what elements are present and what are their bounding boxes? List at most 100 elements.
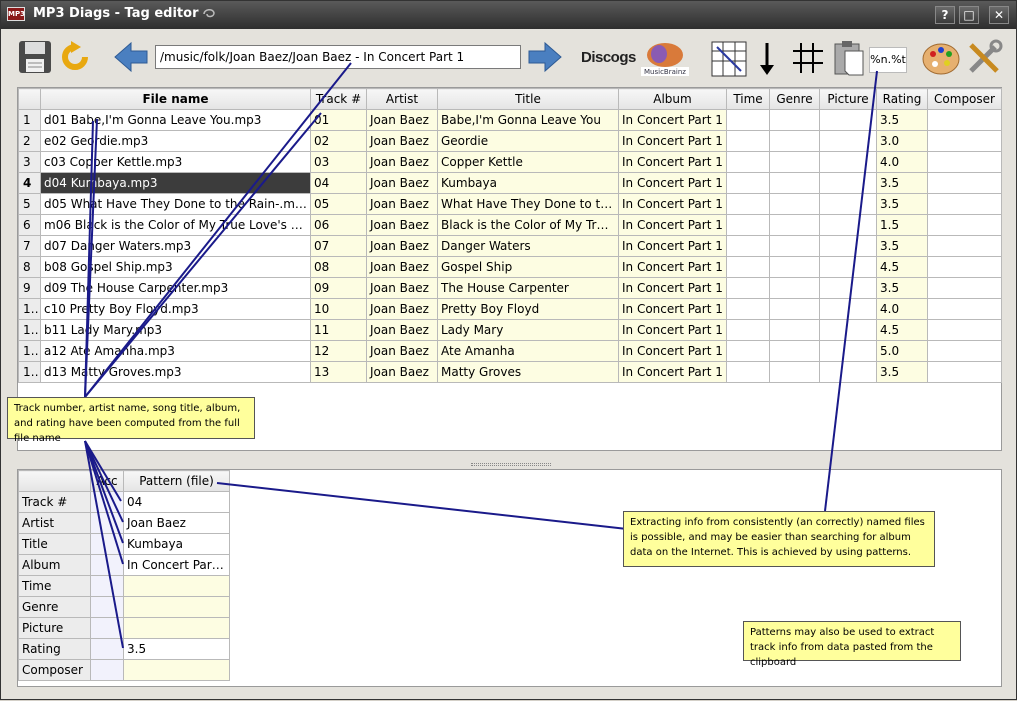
- cell-genre[interactable]: [769, 130, 820, 152]
- pattern-button[interactable]: %n.%t: [869, 47, 907, 73]
- cell-artist[interactable]: Joan Baez: [366, 109, 438, 131]
- header-title[interactable]: Title: [437, 88, 619, 110]
- cell-title[interactable]: Gospel Ship: [437, 256, 619, 278]
- path-field[interactable]: [155, 45, 521, 69]
- cell-genre[interactable]: [769, 298, 820, 320]
- cell-time[interactable]: [726, 277, 770, 299]
- cell-title[interactable]: Babe,I'm Gonna Leave You: [437, 109, 619, 131]
- cell-genre[interactable]: [769, 340, 820, 362]
- previous-icon[interactable]: [113, 41, 149, 73]
- cell-track[interactable]: 06: [310, 214, 367, 236]
- tools-icon[interactable]: [965, 39, 1003, 77]
- cell-time[interactable]: [726, 340, 770, 362]
- cell-file-name[interactable]: c10 Pretty Boy Floyd.mp3: [40, 298, 311, 320]
- acc-cell[interactable]: [90, 512, 124, 534]
- paste-icon[interactable]: [833, 39, 865, 77]
- header-track[interactable]: Track #: [310, 88, 367, 110]
- cell-file-name[interactable]: d13 Matty Groves.mp3: [40, 361, 311, 383]
- cell-track[interactable]: 09: [310, 277, 367, 299]
- acc-cell[interactable]: [90, 638, 124, 660]
- table-row[interactable]: 13 d13 Matty Groves.mp3 13 Joan Baez Matty G…: [18, 361, 1002, 383]
- palette-icon[interactable]: [921, 39, 961, 77]
- cell-picture[interactable]: [819, 109, 877, 131]
- cell-album[interactable]: In Concert Part 1: [618, 130, 727, 152]
- cell-composer[interactable]: [927, 235, 1002, 257]
- cell-composer[interactable]: [927, 151, 1002, 173]
- next-icon[interactable]: [527, 41, 563, 73]
- cell-track[interactable]: 11: [310, 319, 367, 341]
- cell-file-name[interactable]: d05 What Have They Done to the Rain-.mp3: [40, 193, 311, 215]
- discogs-button[interactable]: Discogs: [581, 49, 636, 66]
- cell-rating[interactable]: 5.0: [876, 340, 928, 362]
- cell-album[interactable]: In Concert Part 1: [618, 298, 727, 320]
- header-composer[interactable]: Composer: [927, 88, 1002, 110]
- cell-genre[interactable]: [769, 214, 820, 236]
- cell-composer[interactable]: [927, 130, 1002, 152]
- cell-rating[interactable]: 3.5: [876, 109, 928, 131]
- cell-album[interactable]: In Concert Part 1: [618, 361, 727, 383]
- table-row[interactable]: 8 b08 Gospel Ship.mp3 08 Joan Baez Gospel Sh…: [18, 256, 1002, 278]
- pattern-value-cell[interactable]: [123, 617, 230, 639]
- cell-time[interactable]: [726, 361, 770, 383]
- cell-picture[interactable]: [819, 193, 877, 215]
- edit-grid-icon[interactable]: [711, 41, 747, 77]
- splitter-handle[interactable]: [471, 463, 551, 466]
- cell-track[interactable]: 01: [310, 109, 367, 131]
- cell-track[interactable]: 03: [310, 151, 367, 173]
- cell-album[interactable]: In Concert Part 1: [618, 340, 727, 362]
- cell-composer[interactable]: [927, 361, 1002, 383]
- cell-picture[interactable]: [819, 340, 877, 362]
- cell-rating[interactable]: 3.5: [876, 235, 928, 257]
- cell-artist[interactable]: Joan Baez: [366, 319, 438, 341]
- cell-picture[interactable]: [819, 361, 877, 383]
- pattern-value-cell[interactable]: 3.5: [123, 638, 230, 660]
- acc-cell[interactable]: [90, 491, 124, 513]
- cell-rating[interactable]: 4.0: [876, 298, 928, 320]
- cell-genre[interactable]: [769, 361, 820, 383]
- cell-composer[interactable]: [927, 193, 1002, 215]
- header-artist[interactable]: Artist: [366, 88, 438, 110]
- cell-composer[interactable]: [927, 298, 1002, 320]
- cell-title[interactable]: Geordie: [437, 130, 619, 152]
- table-row[interactable]: 3 c03 Copper Kettle.mp3 03 Joan Baez Copper …: [18, 151, 1002, 173]
- cell-album[interactable]: In Concert Part 1: [618, 193, 727, 215]
- cell-album[interactable]: In Concert Part 1: [618, 277, 727, 299]
- cell-composer[interactable]: [927, 109, 1002, 131]
- cell-track[interactable]: 10: [310, 298, 367, 320]
- cell-file-name[interactable]: d09 The House Carpenter.mp3: [40, 277, 311, 299]
- pattern-value-cell[interactable]: Kumbaya: [123, 533, 230, 555]
- cell-rating[interactable]: 3.5: [876, 172, 928, 194]
- cell-artist[interactable]: Joan Baez: [366, 235, 438, 257]
- cell-time[interactable]: [726, 193, 770, 215]
- cell-title[interactable]: Black is the Color of My True Love's Hai…: [437, 214, 619, 236]
- table-row[interactable]: 10 c10 Pretty Boy Floyd.mp3 10 Joan Baez Pre…: [18, 298, 1002, 320]
- cell-file-name[interactable]: a12 Ate Amanha.mp3: [40, 340, 311, 362]
- cell-artist[interactable]: Joan Baez: [366, 298, 438, 320]
- acc-cell[interactable]: [90, 533, 124, 555]
- cell-time[interactable]: [726, 214, 770, 236]
- header-rating[interactable]: Rating: [876, 88, 928, 110]
- cell-artist[interactable]: Joan Baez: [366, 361, 438, 383]
- cell-time[interactable]: [726, 172, 770, 194]
- cell-track[interactable]: 04: [310, 172, 367, 194]
- cell-track[interactable]: 07: [310, 235, 367, 257]
- cell-genre[interactable]: [769, 109, 820, 131]
- cell-rating[interactable]: 3.5: [876, 277, 928, 299]
- header-genre[interactable]: Genre: [769, 88, 820, 110]
- table-row[interactable]: 1 d01 Babe,I'm Gonna Leave You.mp3 01 Joan …: [18, 109, 1002, 131]
- pattern-value-cell[interactable]: Joan Baez: [123, 512, 230, 534]
- reload-icon[interactable]: [57, 39, 93, 75]
- cell-artist[interactable]: Joan Baez: [366, 151, 438, 173]
- pattern-value-cell[interactable]: [123, 575, 230, 597]
- cell-artist[interactable]: Joan Baez: [366, 277, 438, 299]
- cell-artist[interactable]: Joan Baez: [366, 340, 438, 362]
- cell-file-name[interactable]: m06 Black is the Color of My True Love's…: [40, 214, 311, 236]
- cell-file-name[interactable]: b08 Gospel Ship.mp3: [40, 256, 311, 278]
- cell-composer[interactable]: [927, 277, 1002, 299]
- table-row[interactable]: 11 b11 Lady Mary.mp3 11 Joan Baez Lady Mary I…: [18, 319, 1002, 341]
- cell-rating[interactable]: 3.5: [876, 361, 928, 383]
- cell-title[interactable]: Kumbaya: [437, 172, 619, 194]
- cell-composer[interactable]: [927, 172, 1002, 194]
- header-file-name[interactable]: File name: [40, 88, 311, 110]
- table-row[interactable]: 7 d07 Danger Waters.mp3 07 Joan Baez Danger …: [18, 235, 1002, 257]
